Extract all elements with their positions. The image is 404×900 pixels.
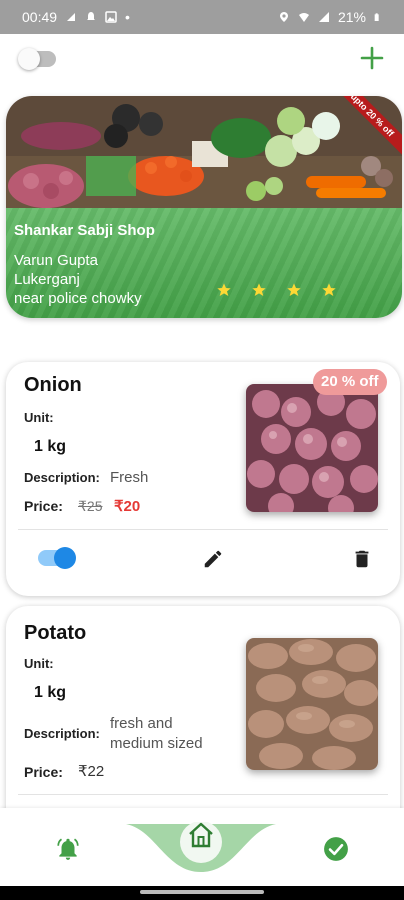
- onion-image: [246, 384, 378, 512]
- price-label: Price:: [24, 764, 63, 780]
- description-label: Description:: [24, 726, 100, 741]
- product-name: Onion: [24, 374, 82, 396]
- description-value: Fresh: [110, 469, 149, 486]
- card-divider: [18, 794, 388, 795]
- potato-image: [246, 638, 378, 770]
- availability-toggle[interactable]: [38, 547, 76, 569]
- shop-area: Lukerganj: [14, 271, 80, 288]
- star-icon: [322, 283, 336, 296]
- shop-owner: Varun Gupta: [14, 252, 98, 269]
- unit-label: Unit:: [24, 656, 54, 671]
- shop-open-toggle[interactable]: [18, 48, 56, 70]
- star-icon: [287, 283, 301, 296]
- nav-orders-check-icon[interactable]: [323, 836, 349, 862]
- gesture-handle[interactable]: [140, 890, 264, 894]
- signal-icon: [67, 13, 76, 21]
- shop-rating: [216, 282, 337, 298]
- nav-notifications-bell-icon[interactable]: [55, 836, 81, 862]
- price-discounted: ₹20: [114, 498, 141, 515]
- notification-icon: [87, 12, 96, 20]
- description-line-2: medium sized: [110, 735, 203, 752]
- product-name: Potato: [24, 622, 87, 644]
- star-icon: [217, 283, 231, 296]
- battery-percent: 21%: [337, 9, 366, 25]
- top-bar: [0, 34, 404, 86]
- add-product-button[interactable]: [358, 44, 386, 72]
- unit-value: 1 kg: [34, 438, 67, 455]
- shop-banner-image: [6, 96, 402, 214]
- system-gesture-bar: [0, 886, 404, 900]
- bottom-navigation: [0, 808, 404, 886]
- nav-home-icon[interactable]: [186, 820, 216, 850]
- status-bar: 00:49 • 21%: [0, 0, 404, 34]
- shop-landmark: near police chowky: [14, 290, 142, 307]
- unit-label: Unit:: [24, 410, 54, 425]
- delete-product-button[interactable]: [351, 548, 373, 570]
- dot-icon: •: [125, 9, 130, 25]
- battery-icon: [374, 13, 379, 21]
- price-original: ₹25: [78, 498, 103, 514]
- unit-value: 1 kg: [34, 684, 67, 701]
- description-line-1: fresh and: [110, 715, 173, 732]
- shop-card[interactable]: upto 20 % off Shankar Sabji Shop Varun G…: [6, 96, 402, 318]
- description-label: Description:: [24, 470, 100, 485]
- cellular-icon: [318, 12, 329, 22]
- edit-product-button[interactable]: [202, 548, 224, 570]
- status-time: 00:49: [22, 9, 58, 25]
- star-icon: [252, 283, 266, 296]
- price-value: ₹22: [78, 763, 105, 780]
- toggle-knob: [18, 48, 40, 70]
- card-divider: [18, 529, 388, 530]
- product-card-onion[interactable]: Onion Unit: 1 kg Description: Fresh Pric…: [6, 362, 400, 596]
- location-icon: [279, 12, 288, 22]
- shop-name: Shankar Sabji Shop: [14, 222, 155, 239]
- wifi-icon: [298, 13, 309, 22]
- gallery-icon: [105, 11, 117, 23]
- toggle-knob: [54, 547, 76, 569]
- price-label: Price:: [24, 498, 63, 514]
- discount-badge: 20 % off: [313, 369, 387, 395]
